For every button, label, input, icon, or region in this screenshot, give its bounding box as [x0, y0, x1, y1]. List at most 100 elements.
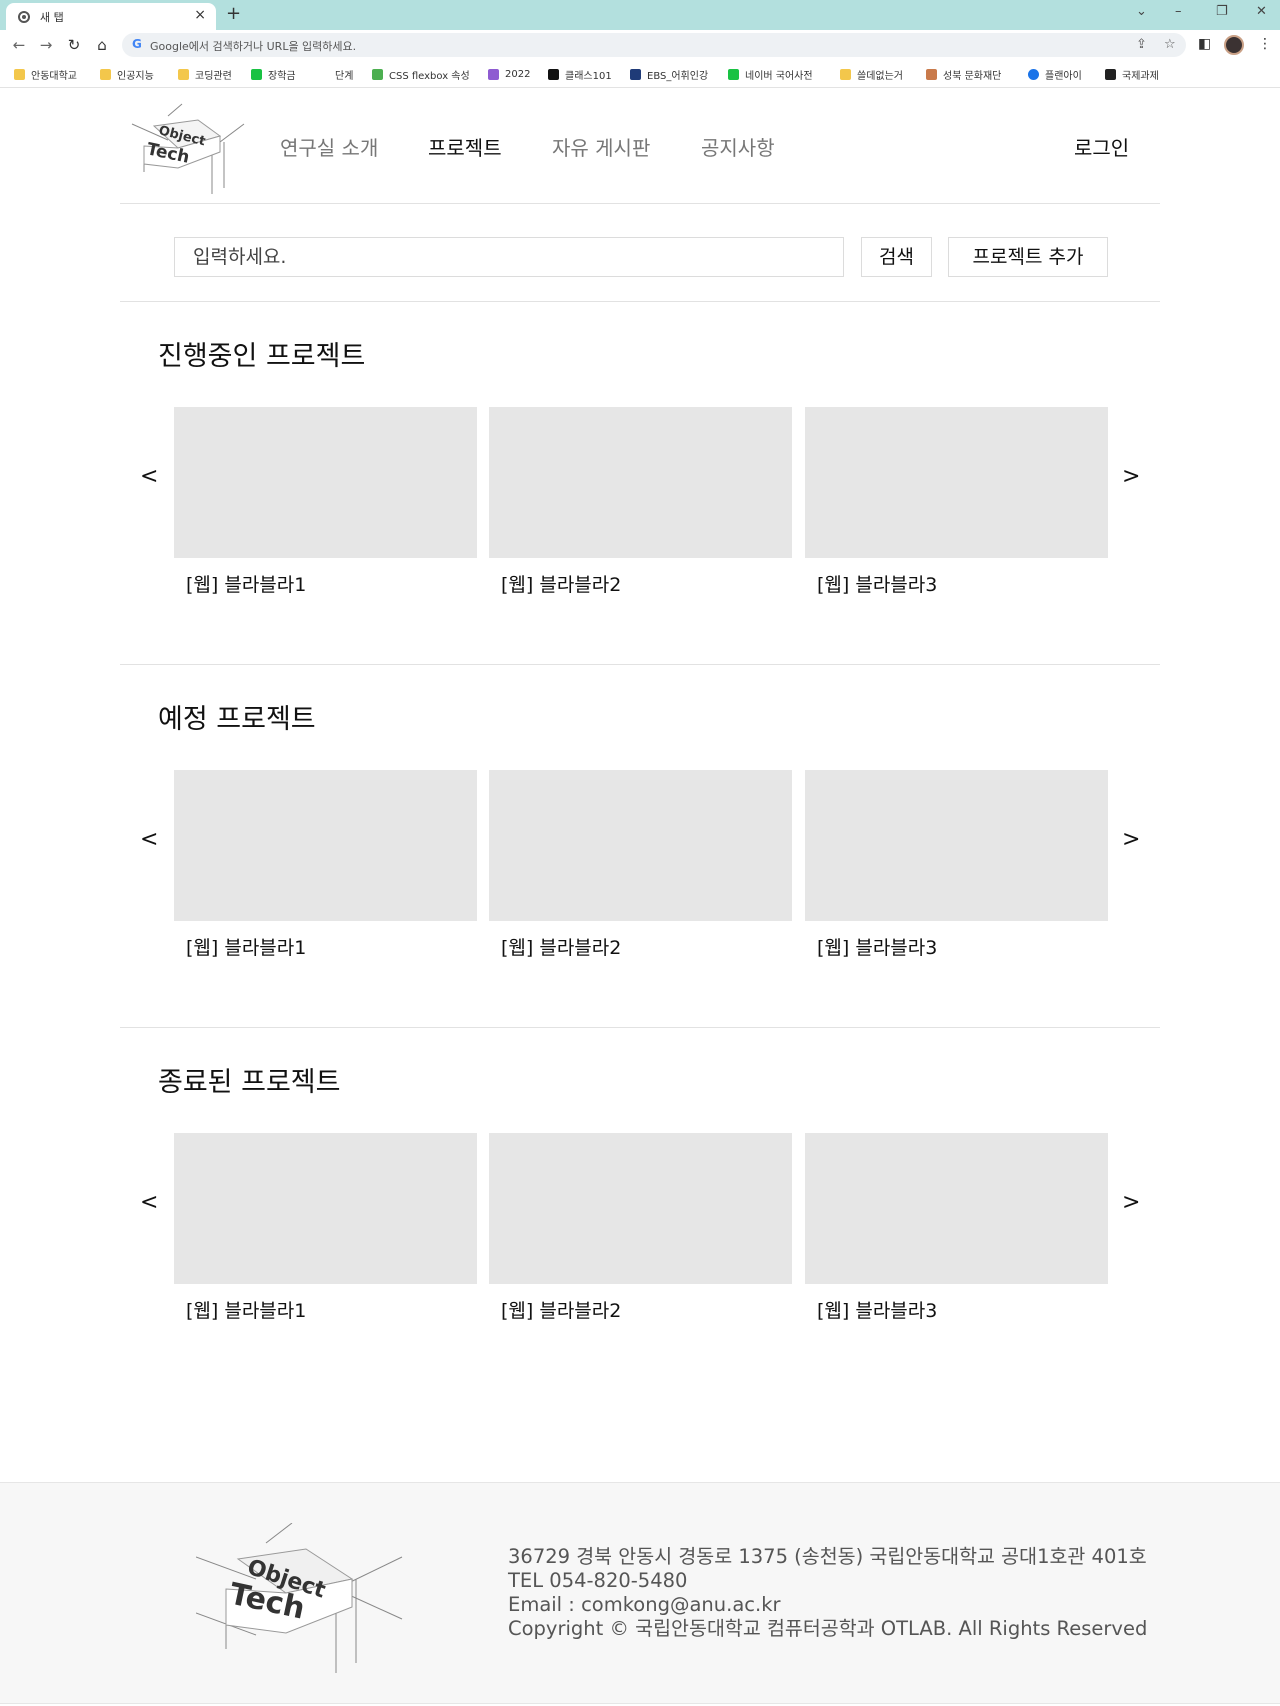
home-icon[interactable]: ⌂	[93, 36, 111, 54]
carousel-prev-button[interactable]: <	[140, 827, 158, 852]
dict-icon	[728, 68, 739, 80]
project-card-thumbnail[interactable]	[805, 770, 1108, 921]
footer: Object Tech 36729 경북 안동시 경동로 1375 (송천동) …	[0, 1482, 1280, 1704]
login-link[interactable]: 로그인	[1074, 132, 1129, 161]
tab-title: 새 탭	[40, 11, 64, 24]
bookmark-item[interactable]: 단계	[318, 67, 354, 82]
carousel-next-button[interactable]: >	[1122, 827, 1140, 852]
bookmark-item[interactable]: 쓸데없는거	[840, 67, 903, 82]
project-card-thumbnail[interactable]	[174, 770, 477, 921]
project-card-thumbnail[interactable]	[174, 1133, 477, 1284]
restore-icon[interactable]: ❐	[1216, 4, 1228, 19]
folder-icon	[840, 68, 851, 80]
class101-icon	[548, 68, 559, 80]
project-card-title[interactable]: [웹] 블라블라3	[817, 933, 937, 960]
close-window-icon[interactable]: ✕	[1256, 4, 1267, 19]
footer-tel: TEL 054-820-5480	[508, 1569, 688, 1592]
info-icon	[1028, 68, 1039, 80]
section-finished-projects: 종료된 프로젝트 < > [웹] 블라블라1 [웹] 블라블라2 [웹] 블라블라3	[120, 1028, 1160, 1391]
share-icon[interactable]: ⇪	[1136, 37, 1147, 52]
bookmark-label: 인공지능	[117, 70, 154, 82]
bookmark-item[interactable]: 안동대학교	[14, 67, 77, 82]
nav-free-board[interactable]: 자유 게시판	[552, 132, 650, 161]
object-tech-logo[interactable]: Object Tech	[128, 102, 252, 194]
address-bar[interactable]: G Google에서 검색하거나 URL을 입력하세요. ⇪ ☆	[122, 33, 1186, 57]
folder-icon	[178, 68, 189, 80]
nav-notices[interactable]: 공지사항	[701, 132, 775, 161]
project-card-thumbnail[interactable]	[805, 407, 1108, 558]
profile-avatar[interactable]	[1224, 35, 1244, 55]
forward-icon[interactable]: →	[37, 36, 55, 54]
bookmark-item[interactable]: 네이버 국어사전	[728, 67, 813, 82]
carousel-next-button[interactable]: >	[1122, 1190, 1140, 1215]
bookmark-label: EBS_어휘인강	[647, 70, 709, 82]
section-title: 종료된 프로젝트	[158, 1067, 341, 1098]
tab-search-icon[interactable]: ⌄	[1136, 4, 1147, 19]
google-icon: G	[132, 37, 142, 51]
carousel-prev-button[interactable]: <	[140, 464, 158, 489]
bookmark-item[interactable]: 인공지능	[100, 67, 154, 82]
project-card-title[interactable]: [웹] 블라블라2	[501, 570, 621, 597]
browser-tab-strip: 새 탭 × + ⌄ – ❐ ✕	[0, 0, 1280, 30]
section-in-progress-projects: 진행중인 프로젝트 < > [웹] 블라블라1 [웹] 블라블라2 [웹] 블라블라3	[120, 302, 1160, 665]
bookmark-label: 장학금	[268, 70, 296, 82]
project-card-title[interactable]: [웹] 블라블라2	[501, 1296, 621, 1323]
bookmark-label: 플랜아이	[1045, 70, 1082, 82]
side-panel-icon[interactable]: ◧	[1198, 36, 1211, 52]
bookmarks-bar: 안동대학교 인공지능 코딩관련 장학금 단계 CSS flexbox 속성 2022 클래스1…	[0, 60, 1280, 88]
menu-icon[interactable]: ⋮	[1258, 36, 1272, 52]
project-card-thumbnail[interactable]	[174, 407, 477, 558]
bookmark-item[interactable]: 2022	[488, 67, 530, 81]
nav-lab-intro[interactable]: 연구실 소개	[280, 132, 378, 161]
footer-email[interactable]: Email : comkong@anu.ac.kr	[508, 1593, 1147, 1617]
project-card-thumbnail[interactable]	[489, 770, 792, 921]
project-card-title[interactable]: [웹] 블라블라2	[501, 933, 621, 960]
bookmark-item[interactable]: 코딩관련	[178, 67, 232, 82]
bookmark-item[interactable]: CSS flexbox 속성	[372, 67, 470, 82]
nav-projects[interactable]: 프로젝트	[428, 132, 502, 161]
project-card-title[interactable]: [웹] 블라블라1	[186, 933, 306, 960]
footer-info: 36729 경북 안동시 경동로 1375 (송천동) 국립안동대학교 공대1호…	[508, 1545, 1147, 1641]
search-input[interactable]	[174, 237, 844, 277]
bookmark-label: 쓸데없는거	[857, 70, 903, 82]
section-title: 예정 프로젝트	[158, 704, 316, 735]
project-card-thumbnail[interactable]	[805, 1133, 1108, 1284]
tab-close-button[interactable]: ×	[194, 7, 206, 23]
folder-icon	[14, 68, 25, 80]
code-icon	[318, 69, 329, 80]
browser-toolbar: ← → ↻ ⌂ G Google에서 검색하거나 URL을 입력하세요. ⇪ ☆…	[0, 30, 1280, 60]
bookmark-star-icon[interactable]: ☆	[1164, 37, 1176, 52]
add-project-button[interactable]: 프로젝트 추가	[948, 237, 1108, 277]
minimize-icon[interactable]: –	[1175, 4, 1182, 19]
reload-icon[interactable]: ↻	[65, 36, 83, 54]
back-icon[interactable]: ←	[10, 36, 28, 54]
project-card-title[interactable]: [웹] 블라블라1	[186, 570, 306, 597]
bookmark-label: 단계	[335, 70, 354, 82]
bookmark-item[interactable]: EBS_어휘인강	[630, 67, 709, 82]
bookmark-item[interactable]: 국제과제	[1105, 67, 1159, 82]
carousel-next-button[interactable]: >	[1122, 464, 1140, 489]
browser-tab[interactable]: 새 탭 ×	[6, 3, 216, 30]
section-title: 진행중인 프로젝트	[158, 341, 366, 372]
bookmark-item[interactable]: 클래스101	[548, 67, 612, 82]
bookmark-label: 성북 문화재단	[943, 70, 1002, 82]
project-card-title[interactable]: [웹] 블라블라1	[186, 1296, 306, 1323]
project-card-title[interactable]: [웹] 블라블라3	[817, 570, 937, 597]
project-card-title[interactable]: [웹] 블라블라3	[817, 1296, 937, 1323]
search-bar: 검색 프로젝트 추가	[120, 204, 1160, 302]
new-tab-button[interactable]: +	[226, 3, 241, 24]
project-card-thumbnail[interactable]	[489, 1133, 792, 1284]
bookmark-item[interactable]: 플랜아이	[1028, 67, 1082, 82]
project-card-thumbnail[interactable]	[489, 407, 792, 558]
carousel-prev-button[interactable]: <	[140, 1190, 158, 1215]
bookmark-label: 코딩관련	[195, 70, 232, 82]
notion-icon	[1105, 68, 1116, 80]
bookmark-item[interactable]: 장학금	[251, 67, 296, 82]
bookmark-label: 국제과제	[1122, 70, 1159, 82]
footer-logo: Object Tech	[196, 1523, 403, 1673]
bookmark-label: CSS flexbox 속성	[389, 70, 470, 82]
bookmark-item[interactable]: 성북 문화재단	[926, 67, 1002, 82]
culture-icon	[926, 68, 937, 80]
search-button[interactable]: 검색	[861, 237, 932, 277]
bookmark-label: 클래스101	[565, 70, 612, 82]
